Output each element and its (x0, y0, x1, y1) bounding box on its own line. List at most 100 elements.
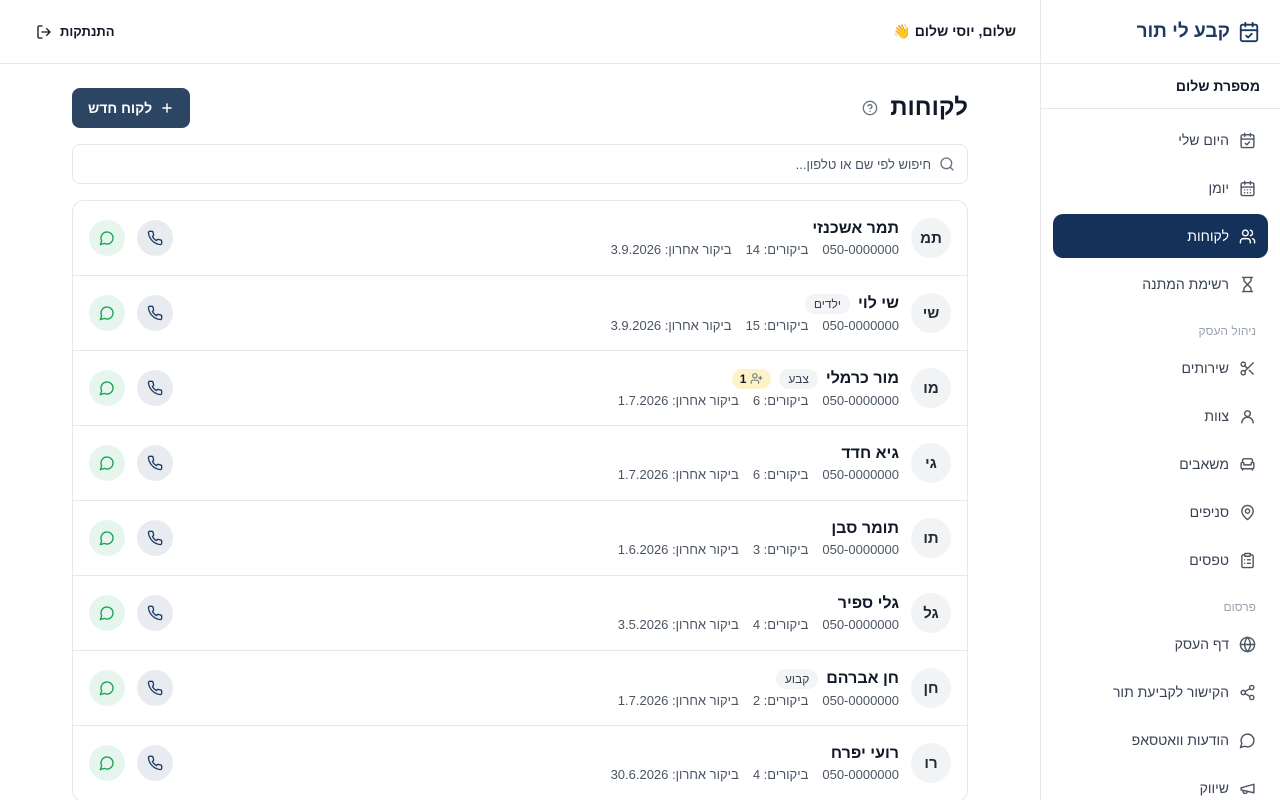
sidebar-item-label: שיווק (1199, 780, 1229, 796)
call-button[interactable] (137, 220, 173, 256)
whatsapp-button[interactable] (89, 595, 125, 631)
phone-icon (147, 680, 163, 696)
users-icon (1239, 228, 1256, 245)
sidebar-section-business: ניהול העסק (1198, 324, 1257, 338)
search-icon (939, 156, 955, 172)
avatar: גל (911, 593, 951, 633)
family-badge-count: 1 (739, 371, 747, 386)
top-bar: שלום, יוסי שלום 👋 התנתקות (0, 0, 1040, 64)
call-button[interactable] (137, 370, 173, 406)
sidebar-item-services[interactable]: שירותים (1053, 346, 1268, 390)
customer-last-visit: ביקור אחרון: 1.6.2026 (617, 541, 739, 557)
search-input[interactable] (85, 156, 931, 172)
phone-icon (147, 380, 163, 396)
business-name[interactable]: מספרת שלום (1041, 64, 1280, 109)
customer-visits: ביקורים: 2 (752, 692, 809, 708)
customer-row[interactable]: מו מור כרמלי צבע 1 050-0000000 ביקורים: … (73, 351, 967, 426)
title-wrap: לקוחות (862, 94, 968, 122)
sidebar-item-label: הקישור לקביעת תור (1112, 684, 1229, 700)
sidebar-item-customers[interactable]: לקוחות (1053, 214, 1268, 258)
sidebar-item-team[interactable]: צוות (1053, 394, 1268, 438)
call-button[interactable] (137, 520, 173, 556)
sidebar-item-marketing[interactable]: שיווק (1053, 766, 1268, 800)
family-badge: 1 (731, 368, 772, 389)
sidebar-item-label: לקוחות (1187, 228, 1229, 244)
search-box (72, 144, 968, 184)
customer-row[interactable]: שי שי לוי ילדים 050-0000000 ביקורים: 15 … (73, 276, 967, 351)
phone-icon (147, 455, 163, 471)
name-line: שי לוי ילדים (173, 293, 899, 314)
sidebar-item-business-page[interactable]: דף העסק (1053, 622, 1268, 666)
whatsapp-button[interactable] (89, 520, 125, 556)
user-icon (1239, 408, 1256, 425)
customer-row[interactable]: רו רועי יפרח 050-0000000 ביקורים: 4 ביקו… (73, 726, 967, 800)
whatsapp-button[interactable] (89, 445, 125, 481)
sidebar-item-calendar[interactable]: יומן (1053, 166, 1268, 210)
message-icon (99, 380, 115, 396)
brand[interactable]: קבע לי תור (1041, 0, 1280, 64)
main-content: לקוחות לקוח חדש תמ תמר אשכנזי 050-000000… (72, 88, 968, 800)
sidebar-item-my-day[interactable]: היום שלי (1053, 118, 1268, 162)
customer-meta: 050-0000000 ביקורים: 3 ביקור אחרון: 1.6.… (173, 542, 899, 557)
customer-info: גלי ספיר 050-0000000 ביקורים: 4 ביקור אח… (173, 595, 899, 632)
message-icon (99, 530, 115, 546)
message-icon (1239, 732, 1256, 749)
customer-last-visit: ביקור אחרון: 1.7.2026 (617, 692, 739, 708)
customer-meta: 050-0000000 ביקורים: 4 ביקור אחרון: 3.5.… (173, 617, 899, 632)
call-button[interactable] (137, 670, 173, 706)
message-icon (99, 605, 115, 621)
calendar-check-icon (1239, 132, 1256, 149)
row-actions (89, 370, 173, 406)
help-icon[interactable] (862, 100, 878, 116)
avatar: רו (911, 743, 951, 783)
customer-info: רועי יפרח 050-0000000 ביקורים: 4 ביקור א… (173, 745, 899, 782)
customer-row[interactable]: תו תומר סבן 050-0000000 ביקורים: 3 ביקור… (73, 501, 967, 576)
whatsapp-button[interactable] (89, 370, 125, 406)
row-actions (89, 745, 173, 781)
customer-visits: ביקורים: 6 (752, 392, 809, 408)
whatsapp-button[interactable] (89, 670, 125, 706)
customer-row[interactable]: גל גלי ספיר 050-0000000 ביקורים: 4 ביקור… (73, 576, 967, 651)
customer-row[interactable]: גי גיא חדד 050-0000000 ביקורים: 6 ביקור … (73, 426, 967, 501)
customer-last-visit: ביקור אחרון: 3.9.2026 (610, 317, 732, 333)
customer-info: תומר סבן 050-0000000 ביקורים: 3 ביקור אח… (173, 520, 899, 557)
new-customer-button[interactable]: לקוח חדש (72, 88, 191, 128)
title-row: לקוחות לקוח חדש (72, 88, 968, 128)
sidebar-item-branches[interactable]: סניפים (1053, 490, 1268, 534)
call-button[interactable] (137, 445, 173, 481)
call-button[interactable] (137, 295, 173, 331)
sidebar-item-label: רשימת המתנה (1142, 276, 1229, 292)
sidebar-item-label: משאבים (1179, 456, 1229, 472)
customer-row[interactable]: חן חן אברהם קבוע 050-0000000 ביקורים: 2 … (73, 651, 967, 726)
clipboard-icon (1239, 552, 1256, 569)
customer-info: מור כרמלי צבע 1 050-0000000 ביקורים: 6 ב… (173, 368, 899, 408)
logout-button[interactable]: התנתקות (36, 24, 115, 40)
sidebar-item-resources[interactable]: משאבים (1053, 442, 1268, 486)
customer-visits: ביקורים: 4 (752, 766, 809, 782)
customer-row[interactable]: תמ תמר אשכנזי 050-0000000 ביקורים: 14 בי… (73, 201, 967, 276)
customer-phone: 050-0000000 (822, 317, 899, 333)
brand-title: קבע לי תור (1136, 20, 1230, 42)
sidebar-item-waitlist[interactable]: רשימת המתנה (1053, 262, 1268, 306)
call-button[interactable] (137, 745, 173, 781)
customer-name: תמר אשכנזי (812, 219, 899, 237)
sidebar-item-label: יומן (1208, 180, 1229, 196)
armchair-icon (1239, 456, 1256, 473)
call-button[interactable] (137, 595, 173, 631)
sidebar-item-booking-link[interactable]: הקישור לקביעת תור (1053, 670, 1268, 714)
name-line: גלי ספיר (173, 595, 899, 613)
customer-name: גיא חדד (841, 444, 899, 462)
sidebar-item-whatsapp-messages[interactable]: הודעות וואטסאפ (1053, 718, 1268, 762)
sidebar-item-forms[interactable]: טפסים (1053, 538, 1268, 582)
whatsapp-button[interactable] (89, 745, 125, 781)
whatsapp-button[interactable] (89, 220, 125, 256)
customer-name: רועי יפרח (830, 744, 899, 762)
customer-name: שי לוי (858, 294, 899, 312)
customer-phone: 050-0000000 (822, 466, 899, 482)
customer-list: תמ תמר אשכנזי 050-0000000 ביקורים: 14 בי… (72, 200, 968, 800)
phone-icon (147, 605, 163, 621)
customer-tag: קבוע (775, 668, 819, 689)
row-actions (89, 520, 173, 556)
customer-visits: ביקורים: 3 (752, 541, 809, 557)
whatsapp-button[interactable] (89, 295, 125, 331)
